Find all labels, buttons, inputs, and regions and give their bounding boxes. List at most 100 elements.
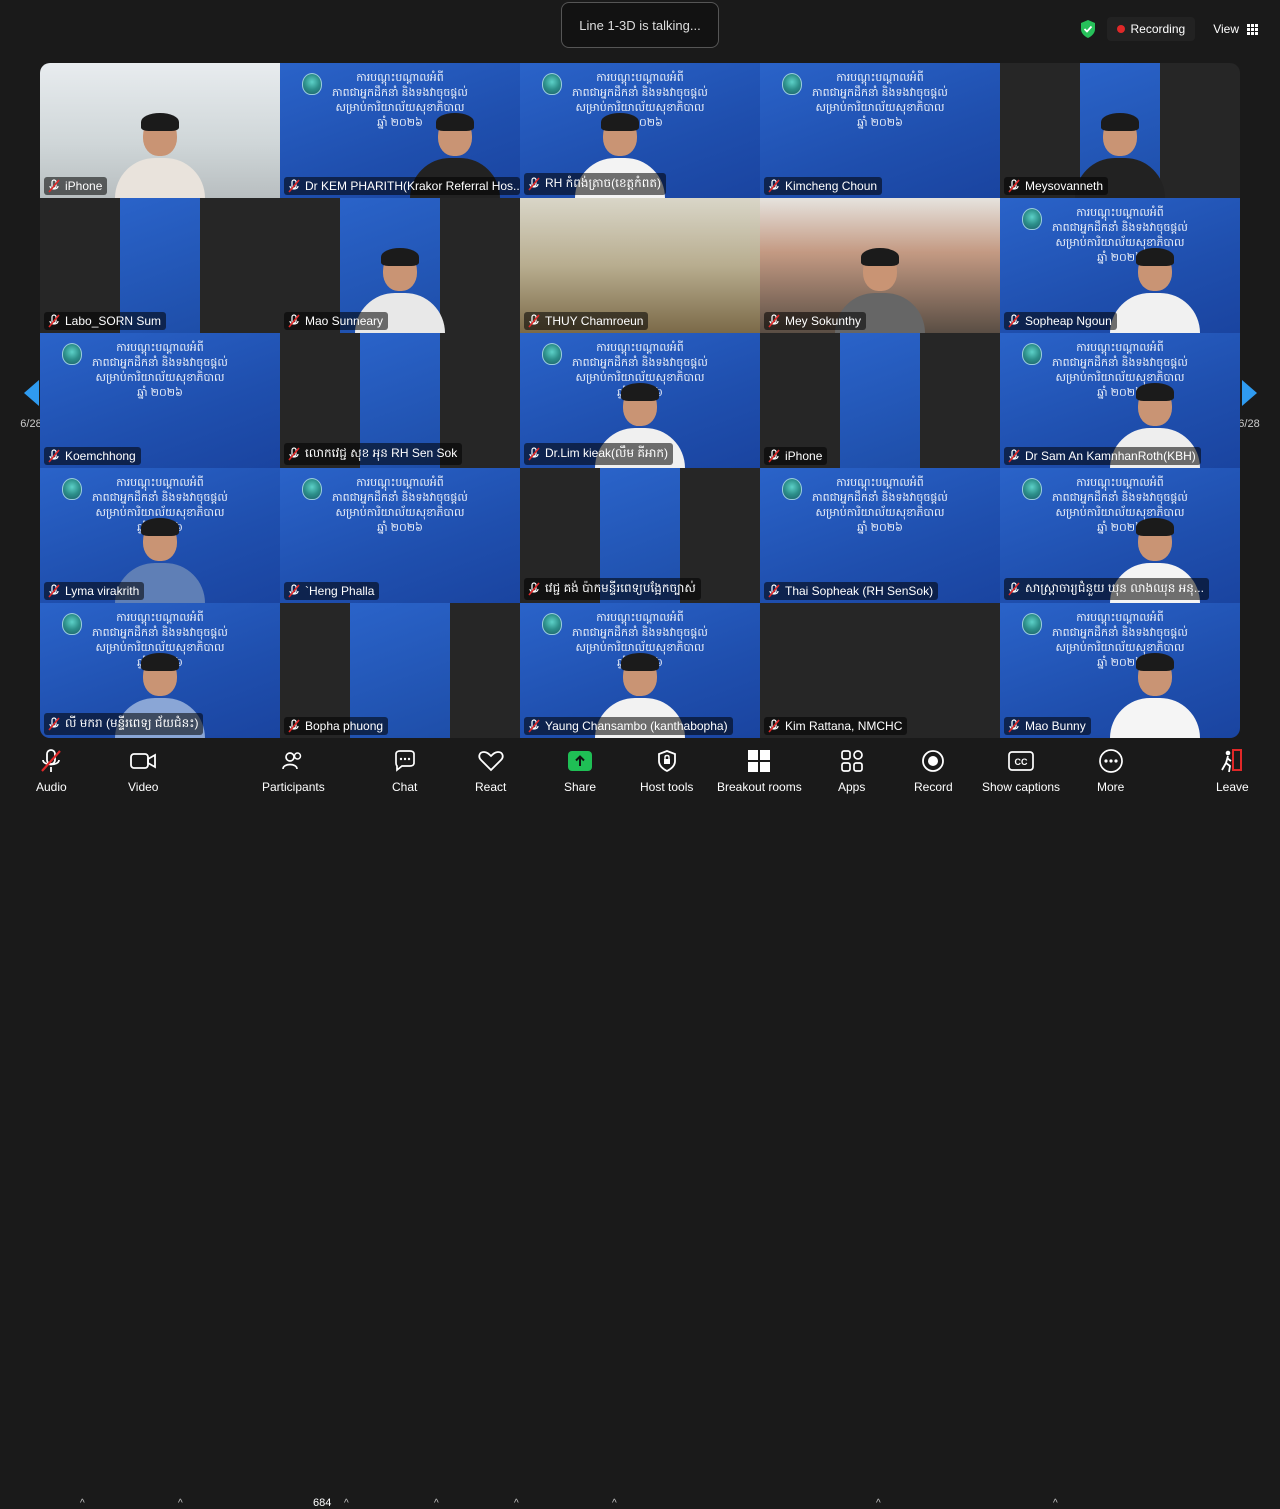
participant-tile[interactable]: Mao Sunneary: [280, 198, 520, 333]
participant-tile[interactable]: ការបណ្តុះបណ្តាលអំពី ភាពជាអ្នកដឹកនាំ និងទ…: [1000, 198, 1240, 333]
participant-tile[interactable]: ការបណ្តុះបណ្តាលអំពី ភាពជាអ្នកដឹកនាំ និងទ…: [520, 63, 760, 198]
slide-title-line-1: ការបណ្តុះបណ្តាលអំពី: [116, 342, 204, 354]
apps-button[interactable]: Apps: [838, 748, 865, 794]
slide-title-line-3: សម្រាប់ការិយាល័យសុខាភិបាល: [1055, 642, 1185, 654]
participant-tile[interactable]: លោកវេជ្ជ សុខ អុន RH Sen Sok: [280, 333, 520, 468]
participant-tile[interactable]: Kim Rattana, NMCHC: [760, 603, 1000, 738]
slide-title-line-2: ភាពជាអ្នកដឹកនាំ និងទងវាចុចផ្តល់: [1052, 492, 1188, 504]
microphone-muted-icon: [48, 717, 60, 731]
participant-tile[interactable]: ការបណ្តុះបណ្តាលអំពី ភាពជាអ្នកដឹកនាំ និងទ…: [1000, 603, 1240, 738]
microphone-muted-icon: [288, 584, 300, 598]
view-button[interactable]: View: [1205, 17, 1266, 41]
slide-title-line-3: សម្រាប់ការិយាល័យសុខាភិបាល: [1055, 507, 1185, 519]
participant-tile[interactable]: ការបណ្តុះបណ្តាលអំពី ភាពជាអ្នកដឹកនាំ និងទ…: [760, 468, 1000, 603]
react-button[interactable]: React: [475, 748, 506, 794]
participant-tile[interactable]: វេជ្ជ គង់ ប៉ាកមន្ទីរពេទ្យបង្អែកច្បាស់: [520, 468, 760, 603]
slide-title: ការបណ្តុះបណ្តាលអំពី ភាពជាអ្នកដឹកនាំ និងទ…: [760, 71, 1000, 131]
slide-title-line-3: សម្រាប់ការិយាល័យសុខាភិបាល: [1055, 372, 1185, 384]
slide-title: ការបណ្តុះបណ្តាលអំពី ភាពជាអ្នកដឹកនាំ និងទ…: [280, 476, 520, 536]
participant-tile[interactable]: Meysovanneth: [1000, 63, 1240, 198]
participant-tile[interactable]: ការបណ្តុះបណ្តាលអំពី ភាពជាអ្នកដឹកនាំ និងទ…: [280, 63, 520, 198]
video-gallery: iPhone ការបណ្តុះបណ្តាលអំពី ភាពជាអ្នកដឹកន…: [40, 63, 1240, 738]
participant-name-tag: Kimcheng Choun: [764, 177, 883, 195]
microphone-muted-icon: [48, 584, 60, 598]
participant-name: Mao Sunneary: [305, 314, 384, 328]
participant-tile[interactable]: iPhone: [40, 63, 280, 198]
participant-tile[interactable]: ការបណ្តុះបណ្តាលអំពី ភាពជាអ្នកដឹកនាំ និងទ…: [40, 333, 280, 468]
participant-tile[interactable]: ការបណ្តុះបណ្តាលអំពី ភាពជាអ្នកដឹកនាំ និងទ…: [520, 603, 760, 738]
participant-tile[interactable]: Mey Sokunthy: [760, 198, 1000, 333]
participant-tile[interactable]: ការបណ្តុះបណ្តាលអំពី ភាពជាអ្នកដឹកនាំ និងទ…: [1000, 468, 1240, 603]
participant-name-tag: Labo_SORN Sum: [44, 312, 167, 330]
react-options-caret-icon[interactable]: ^: [514, 1498, 519, 1509]
participant-name-tag: Koemchhong: [44, 447, 141, 465]
participant-tile[interactable]: Bopha phuong: [280, 603, 520, 738]
show-captions-button[interactable]: CC Show captions: [982, 748, 1060, 794]
microphone-muted-icon: [1008, 719, 1020, 733]
slide-title-line-1: ការបណ្តុះបណ្តាលអំពី: [836, 477, 924, 489]
participants-options-caret-icon[interactable]: ^: [344, 1498, 349, 1509]
slide-title-line-2: ភាពជាអ្នកដឹកនាំ និងទងវាចុចផ្តល់: [572, 87, 708, 99]
participant-name-tag: លី មករា (មន្ទីរពេទ្យ ជ័យជំនះ): [44, 713, 204, 735]
participant-tile[interactable]: ការបណ្តុះបណ្តាលអំពី ភាពជាអ្នកដឹកនាំ និងទ…: [520, 333, 760, 468]
microphone-muted-icon: [1008, 449, 1020, 463]
audio-button[interactable]: Audio: [36, 748, 67, 794]
page-indicator-right: 6/28: [1238, 418, 1260, 430]
chat-options-caret-icon[interactable]: ^: [434, 1498, 439, 1509]
video-label: Video: [128, 780, 159, 794]
participant-video-figure: [1110, 248, 1200, 333]
participant-tile[interactable]: THUY Chamroeun: [520, 198, 760, 333]
microphone-muted-icon: [528, 719, 540, 733]
chat-button[interactable]: Chat: [392, 748, 417, 794]
slide-title-line-3: សម្រាប់ការិយាល័យសុខាភិបាល: [815, 507, 945, 519]
participant-tile[interactable]: ការបណ្តុះបណ្តាលអំពី ភាពជាអ្នកដឹកនាំ និងទ…: [280, 468, 520, 603]
microphone-muted-icon: [768, 584, 780, 598]
slide-title-line-1: ការបណ្តុះបណ្តាលអំពី: [1076, 612, 1164, 624]
more-button[interactable]: More: [1097, 748, 1124, 794]
participants-button[interactable]: Participants: [262, 748, 325, 794]
slide-title-line-2: ភាពជាអ្នកដឹកនាំ និងទងវាចុចផ្តល់: [812, 87, 948, 99]
participant-tile[interactable]: Labo_SORN Sum: [40, 198, 280, 333]
security-shield-icon[interactable]: [1079, 19, 1097, 39]
participant-tile[interactable]: ការបណ្តុះបណ្តាលអំពី ភាពជាអ្នកដឹកនាំ និងទ…: [40, 468, 280, 603]
video-options-caret-icon[interactable]: ^: [178, 1498, 183, 1509]
microphone-muted-icon: [528, 447, 540, 461]
microphone-muted-icon: [48, 449, 60, 463]
recording-label: Recording: [1130, 22, 1186, 36]
participant-name-tag: Thai Sopheak (RH SenSok): [764, 582, 939, 600]
participant-tile[interactable]: ការបណ្តុះបណ្តាលអំពី ភាពជាអ្នកដឹកនាំ និងទ…: [760, 63, 1000, 198]
slide-title-line-3: សម្រាប់ការិយាល័យសុខាភិបាល: [815, 102, 945, 114]
slide-title-line-1: ការបណ្តុះបណ្តាលអំពី: [1076, 342, 1164, 354]
recording-indicator[interactable]: Recording: [1106, 17, 1196, 41]
leave-button[interactable]: Leave: [1216, 748, 1249, 794]
participant-name: Yaung Chansambo (kanthabopha): [545, 719, 728, 733]
audio-options-caret-icon[interactable]: ^: [80, 1498, 85, 1509]
video-camera-icon: [129, 748, 157, 774]
arrow-left-icon[interactable]: [23, 380, 39, 406]
slide-title-line-2: ភាពជាអ្នកដឹកនាំ និងទងវាចុចផ្តល់: [1052, 627, 1188, 639]
participant-name: Bopha phuong: [305, 719, 384, 733]
react-label: React: [475, 780, 507, 794]
share-options-caret-icon[interactable]: ^: [612, 1498, 617, 1509]
participant-tile[interactable]: ការបណ្តុះបណ្តាលអំពី ភាពជាអ្នកដឹកនាំ និងទ…: [40, 603, 280, 738]
slide-title-line-1: ការបណ្តុះបណ្តាលអំពី: [836, 72, 924, 84]
captions-options-caret-icon[interactable]: ^: [1053, 1498, 1058, 1509]
microphone-muted-icon: [768, 719, 780, 733]
slide-title-line-2: ភាពជាអ្នកដឹកនាំ និងទងវាចុចផ្តល់: [92, 492, 228, 504]
breakout-rooms-button[interactable]: Breakout rooms: [717, 748, 802, 794]
slide-title-line-3: សម្រាប់ការិយាល័យសុខាភិបាល: [335, 507, 465, 519]
host-tools-button[interactable]: Host tools: [640, 748, 693, 794]
microphone-muted-icon: [528, 582, 540, 596]
participant-name: វេជ្ជ គង់ ប៉ាកមន្ទីរពេទ្យបង្អែកច្បាស់: [545, 581, 696, 595]
participant-tile[interactable]: ការបណ្តុះបណ្តាលអំពី ភាពជាអ្នកដឹកនាំ និងទ…: [1000, 333, 1240, 468]
video-button[interactable]: Video: [128, 748, 158, 794]
participant-name: RH កំពង់ត្រាច(ខេត្តកំពត): [545, 176, 662, 190]
apps-options-caret-icon[interactable]: ^: [876, 1498, 881, 1509]
chat-label: Chat: [392, 780, 418, 794]
slide-title-line-4: ឆ្នាំ ២០២៦: [857, 522, 903, 534]
record-button[interactable]: Record: [914, 748, 953, 794]
participant-tile[interactable]: iPhone: [760, 333, 1000, 468]
arrow-right-icon[interactable]: [1241, 380, 1257, 406]
participant-name-tag: Yaung Chansambo (kanthabopha): [524, 717, 733, 735]
share-button[interactable]: Share: [564, 748, 596, 794]
